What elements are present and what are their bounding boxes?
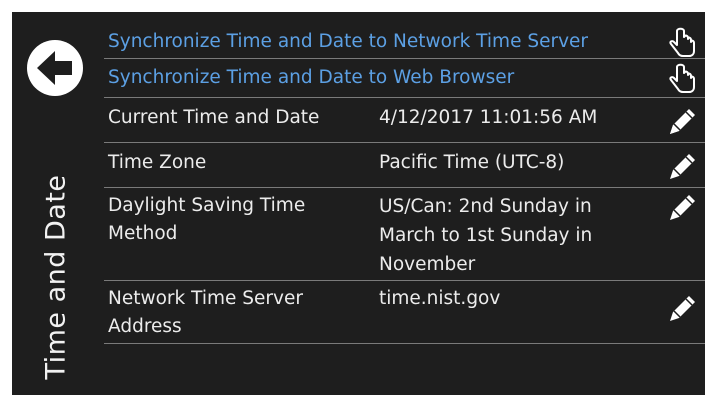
sync-browser-row[interactable]: Synchronize Time and Date to Web Browser [104,59,705,98]
pencil-icon[interactable] [665,291,699,325]
setting-label: Daylight Saving Time Method [108,195,306,244]
setting-label: Time Zone [108,152,207,173]
setting-value: 4/12/2017 11:01:56 AM [379,107,598,128]
back-arrow-icon [27,40,83,96]
settings-list: Synchronize Time and Date to Network Tim… [104,26,705,344]
setting-row-dst-method[interactable]: Daylight Saving Time Method US/Can: 2nd … [104,188,705,281]
pencil-icon[interactable] [665,149,699,183]
setting-row-current-time[interactable]: Current Time and Date 4/12/2017 11:01:56… [104,98,705,143]
setting-label: Network Time Server Address [108,288,303,337]
hand-pointer-icon[interactable] [665,27,699,61]
setting-value: time.nist.gov [379,288,501,309]
sync-network-row[interactable]: Synchronize Time and Date to Network Tim… [104,26,705,59]
setting-label: Current Time and Date [108,107,320,128]
setting-value: Pacific Time (UTC-8) [379,152,565,173]
pencil-icon[interactable] [665,190,699,224]
setting-row-ntp-server[interactable]: Network Time Server Address time.nist.go… [104,281,705,344]
page-title-area: Time and Date [26,162,86,392]
sidebar: Time and Date [12,12,104,395]
setting-value: US/Can: 2nd Sunday in March to 1st Sunda… [379,196,593,275]
setting-row-time-zone[interactable]: Time Zone Pacific Time (UTC-8) [104,143,705,188]
hand-pointer-icon[interactable] [665,63,699,97]
sync-network-link[interactable]: Synchronize Time and Date to Network Tim… [108,28,588,56]
pencil-icon[interactable] [665,104,699,138]
page-title: Time and Date [40,174,72,380]
sync-browser-link[interactable]: Synchronize Time and Date to Web Browser [108,64,514,92]
back-button[interactable] [26,39,84,97]
time-and-date-screen: Time and Date Synchronize Time and Date … [12,12,705,395]
